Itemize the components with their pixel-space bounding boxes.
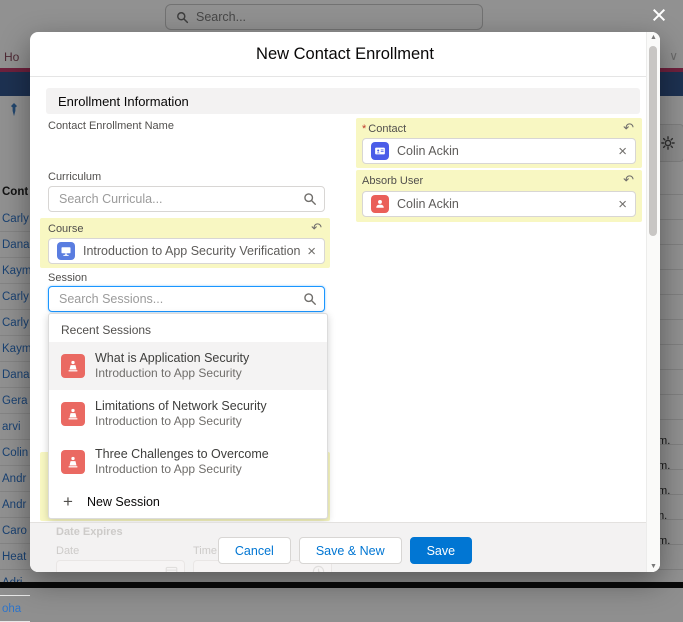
scroll-up-icon[interactable]: ▲ bbox=[647, 34, 660, 41]
clock-icon bbox=[312, 565, 325, 572]
session-search-input[interactable] bbox=[48, 286, 325, 312]
absorb-user-icon bbox=[371, 195, 389, 213]
remove-contact-icon[interactable]: × bbox=[618, 144, 627, 159]
scroll-down-icon[interactable]: ▼ bbox=[647, 563, 660, 570]
session-option-subtitle: Introduction to App Security bbox=[95, 366, 249, 382]
contact-enrollment-name-label: Contact Enrollment Name bbox=[48, 120, 174, 132]
course-value: Introduction to App Security Verificatio… bbox=[83, 244, 301, 258]
contact-field-highlight: *Contact ↶ Colin Ackin × bbox=[356, 118, 642, 168]
modal-title: New Contact Enrollment bbox=[256, 45, 434, 64]
remove-absorb-user-icon[interactable]: × bbox=[618, 197, 627, 212]
contact-value: Colin Ackin bbox=[397, 144, 612, 158]
session-icon bbox=[61, 354, 85, 378]
cancel-button[interactable]: Cancel bbox=[218, 537, 291, 564]
modal-header: New Contact Enrollment bbox=[30, 32, 660, 77]
session-option-title: Limitations of Network Security bbox=[95, 398, 267, 414]
session-label: Session bbox=[48, 272, 87, 284]
session-dropdown: Recent Sessions What is Application Secu… bbox=[48, 313, 328, 519]
recent-sessions-header: Recent Sessions bbox=[49, 314, 327, 342]
course-field-highlight: Course ↶ Introduction to App Security Ve… bbox=[40, 218, 330, 268]
session-option[interactable]: Limitations of Network Security Introduc… bbox=[49, 390, 327, 438]
absorb-user-value: Colin Ackin bbox=[397, 197, 612, 211]
undo-icon[interactable]: ↶ bbox=[311, 220, 322, 236]
scrollbar-thumb[interactable] bbox=[649, 46, 657, 236]
contact-pill[interactable]: Colin Ackin × bbox=[362, 138, 636, 164]
course-icon bbox=[57, 242, 75, 260]
curriculum-label: Curriculum bbox=[48, 171, 101, 183]
new-session-label: New Session bbox=[87, 495, 160, 509]
section-enrollment-information: Enrollment Information bbox=[46, 88, 640, 114]
modal-actions: Cancel Save & New Save bbox=[30, 537, 660, 564]
new-contact-enrollment-modal: New Contact Enrollment Enrollment Inform… bbox=[30, 32, 660, 572]
save-button[interactable]: Save bbox=[410, 537, 473, 564]
session-option-subtitle: Introduction to App Security bbox=[95, 462, 269, 478]
close-icon[interactable]: × bbox=[644, 0, 674, 30]
absorb-user-pill[interactable]: Colin Ackin × bbox=[362, 191, 636, 217]
save-and-new-button[interactable]: Save & New bbox=[299, 537, 402, 564]
contact-label: *Contact bbox=[362, 123, 406, 135]
new-session-option[interactable]: + New Session bbox=[49, 486, 327, 516]
session-option-subtitle: Introduction to App Security bbox=[95, 414, 267, 430]
remove-course-icon[interactable]: × bbox=[307, 244, 316, 259]
modal-footer: Date Expires Date Time Cancel Save & New… bbox=[30, 522, 660, 572]
undo-icon[interactable]: ↶ bbox=[623, 120, 634, 136]
session-option[interactable]: What is Application Security Introductio… bbox=[49, 342, 327, 390]
session-icon bbox=[61, 402, 85, 426]
absorb-user-label: Absorb User bbox=[362, 175, 423, 187]
required-marker: * bbox=[362, 123, 366, 135]
session-option[interactable]: Three Challenges to Overcome Introductio… bbox=[49, 438, 327, 486]
curriculum-search-input[interactable] bbox=[48, 186, 325, 212]
absorb-user-field-highlight: Absorb User ↶ Colin Ackin × bbox=[356, 170, 642, 222]
course-label: Course bbox=[48, 223, 83, 235]
session-option-title: Three Challenges to Overcome bbox=[95, 446, 269, 462]
modal-scrollbar[interactable]: ▲ ▼ bbox=[646, 32, 660, 572]
plus-icon: + bbox=[63, 493, 73, 510]
session-options-list: What is Application Security Introductio… bbox=[49, 342, 327, 486]
background-contact-link[interactable]: oha bbox=[0, 603, 21, 615]
calendar-icon bbox=[165, 565, 178, 572]
session-option-title: What is Application Security bbox=[95, 350, 249, 366]
undo-icon[interactable]: ↶ bbox=[623, 172, 634, 188]
session-icon bbox=[61, 450, 85, 474]
table-row: oha bbox=[0, 596, 30, 622]
course-pill[interactable]: Introduction to App Security Verificatio… bbox=[48, 238, 325, 264]
contact-icon bbox=[371, 142, 389, 160]
